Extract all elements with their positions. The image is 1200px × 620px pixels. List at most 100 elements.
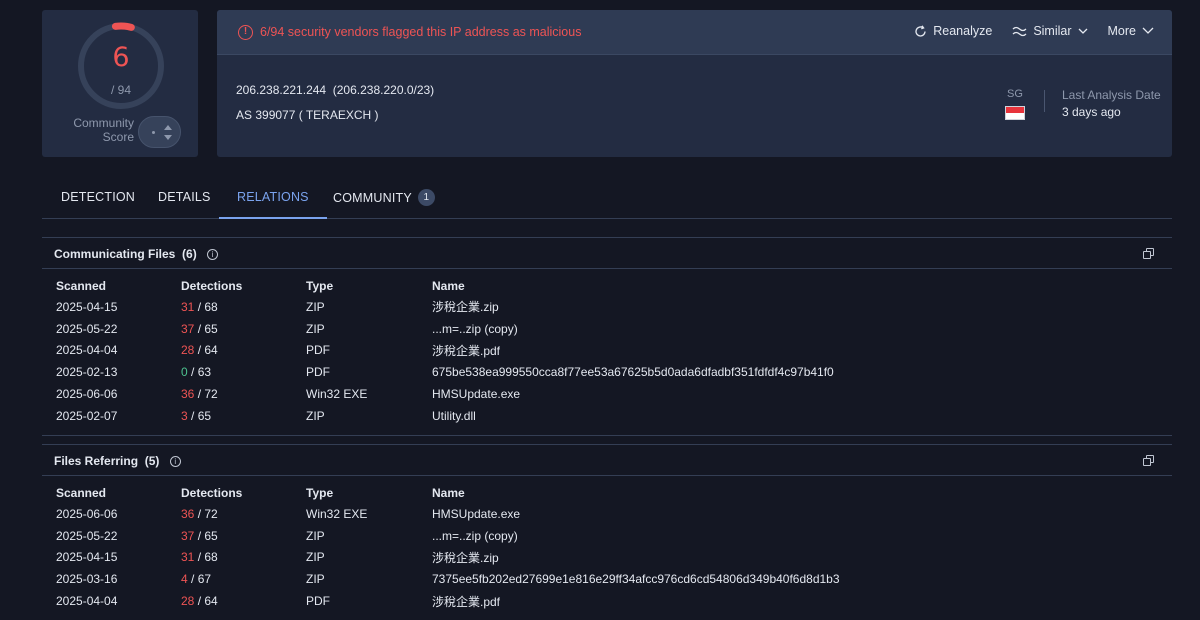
info-icon[interactable]: i	[207, 249, 219, 260]
scanned-date: 2025-04-15	[56, 550, 118, 565]
detection-total: / 72	[197, 387, 218, 402]
detections-cell: 28 / 64	[181, 590, 306, 612]
file-name-link[interactable]: 涉稅企業.pdf	[432, 590, 1032, 612]
ip-address[interactable]: 206.238.221.244	[236, 83, 326, 97]
scanned-date: 2025-04-04	[56, 343, 118, 358]
file-name-link[interactable]: 涉稅企業.zip	[432, 296, 1032, 318]
scanned-date: 2025-04-15	[56, 299, 118, 314]
table-row[interactable]: 2025-05-22 37 / 65 ZIP ...m=..zip (copy)	[56, 525, 1032, 547]
file-name-link[interactable]: HMSUpdate.exe	[432, 503, 1032, 525]
refresh-icon	[915, 24, 926, 37]
scanned-date: 2025-06-06	[56, 506, 118, 521]
scanned-date: 2025-02-13	[56, 365, 118, 380]
tab-relations[interactable]: RELATIONS	[219, 177, 327, 219]
alert-text: 6/94 security vendors flagged this IP ad…	[260, 25, 582, 39]
file-name-link[interactable]: Utility.dll	[432, 405, 1032, 427]
vote-dot-icon	[152, 131, 155, 134]
file-name-link[interactable]: 涉稅企業.zip	[432, 547, 1032, 569]
detections-cell: 3 / 65	[181, 405, 306, 427]
files-referring-rows: 2025-06-06 36 / 72 Win32 EXE HMSUpdate.exe 2…	[56, 503, 1032, 612]
scanned-date: 2025-06-06	[56, 387, 118, 402]
similar-button[interactable]: Similar	[1012, 24, 1087, 38]
detection-total: / 72	[197, 506, 218, 521]
file-name-link[interactable]: HMSUpdate.exe	[432, 383, 1032, 405]
detection-total: / 67	[191, 572, 212, 587]
file-type: ZIP	[306, 528, 325, 543]
detection-gauge: 6 / 94	[75, 20, 167, 112]
info-icon[interactable]: i	[169, 456, 181, 467]
scanned-date: 2025-03-16	[56, 572, 118, 587]
copy-icon[interactable]	[1143, 248, 1154, 259]
alert-circle-icon: !	[238, 25, 253, 40]
table-row[interactable]: 2025-04-04 28 / 64 PDF 涉稅企業.pdf	[56, 590, 1032, 612]
vote-up-icon[interactable]	[164, 125, 172, 130]
tab-community-label: COMMUNITY	[333, 190, 412, 205]
tab-community[interactable]: COMMUNITY 1	[333, 177, 435, 218]
detection-count: 3	[181, 408, 188, 423]
community-score-label: Community Score	[73, 116, 134, 144]
detection-total: / 68	[197, 550, 218, 565]
action-bar: Reanalyze Similar More	[914, 24, 1154, 38]
table-row[interactable]: 2025-04-15 31 / 68 ZIP 涉稅企業.zip	[56, 547, 1032, 569]
reanalyze-label: Reanalyze	[933, 24, 993, 38]
file-type: PDF	[306, 594, 330, 609]
file-type: ZIP	[306, 550, 325, 565]
file-name-link[interactable]: 675be538ea999550cca8f77ee53a67625b5d0ada…	[432, 361, 1032, 383]
table-row[interactable]: 2025-02-13 0 / 63 PDF 675be538ea999550cca8f…	[56, 361, 1032, 383]
reanalyze-button[interactable]: Reanalyze	[914, 24, 992, 38]
section-title: Communicating Files (6) i	[54, 247, 219, 261]
file-name-link[interactable]: ...m=..zip (copy)	[432, 318, 1032, 340]
table-row[interactable]: 2025-03-16 4 / 67 ZIP 7375ee5fb202ed27699e1…	[56, 568, 1032, 590]
table-header-row: Scanned Detections Type Name	[56, 483, 1032, 503]
more-button[interactable]: More	[1108, 24, 1154, 38]
detection-count: 31	[181, 299, 195, 314]
file-name-link[interactable]: 7375ee5fb202ed27699e1e816e29ff34afcc976c…	[432, 568, 1032, 590]
table-row[interactable]: 2025-04-15 31 / 68 ZIP 涉稅企業.zip	[56, 296, 1032, 318]
files-referring-count: (5)	[144, 454, 160, 468]
ip-range[interactable]: (206.238.220.0/23)	[333, 83, 434, 97]
table-row[interactable]: 2025-05-22 37 / 65 ZIP ...m=..zip (copy)	[56, 318, 1032, 340]
vote-down-icon[interactable]	[164, 135, 172, 140]
file-type: ZIP	[306, 299, 325, 314]
table-row[interactable]: 2025-06-06 36 / 72 Win32 EXE HMSUpdate.exe	[56, 503, 1032, 525]
ip-info-card: ! 6/94 security vendors flagged this IP …	[217, 10, 1172, 157]
column-header-name: Name	[432, 279, 465, 293]
divider	[1044, 90, 1045, 112]
copy-icon[interactable]	[1143, 455, 1154, 466]
column-header-name: Name	[432, 486, 465, 500]
file-type: PDF	[306, 343, 330, 358]
community-vote-toggle[interactable]	[138, 116, 181, 148]
section-header: Files Referring (5) i	[42, 444, 1172, 476]
column-header-type: Type	[306, 279, 334, 293]
country-code: SG	[1007, 88, 1023, 100]
detection-total: / 94	[110, 83, 131, 97]
table-row[interactable]: 2025-02-07 3 / 65 ZIP Utility.dll	[56, 405, 1032, 427]
detections-cell: 37 / 65	[181, 318, 306, 340]
detection-count: 28	[181, 343, 195, 358]
detection-total: / 63	[191, 365, 212, 380]
table-row[interactable]: 2025-06-06 36 / 72 Win32 EXE HMSUpdate.exe	[56, 383, 1032, 405]
column-header-scanned: Scanned	[56, 486, 107, 500]
detection-total: / 64	[197, 594, 218, 609]
singapore-flag-icon	[1005, 106, 1025, 120]
detection-count: 0	[181, 365, 188, 380]
tab-detection[interactable]: DETECTION	[61, 177, 135, 218]
file-type: PDF	[306, 365, 330, 380]
detections-cell: 37 / 65	[181, 525, 306, 547]
detections-cell: 36 / 72	[181, 503, 306, 525]
table-header-row: Scanned Detections Type Name	[56, 276, 1032, 296]
detection-total: / 65	[197, 528, 218, 543]
detection-total: / 68	[197, 299, 218, 314]
as-number[interactable]: AS 399077 ( TERAEXCH )	[236, 108, 379, 122]
file-name-link[interactable]: ...m=..zip (copy)	[432, 525, 1032, 547]
detection-count: 36	[181, 387, 195, 402]
detection-score-card: 6 / 94 Community Score	[42, 10, 198, 157]
file-type: ZIP	[306, 408, 325, 423]
table-row[interactable]: 2025-04-04 28 / 64 PDF 涉稅企業.pdf	[56, 340, 1032, 362]
file-name-link[interactable]: 涉稅企業.pdf	[432, 340, 1032, 362]
ip-address-line: 206.238.221.244 (206.238.220.0/23)	[236, 83, 434, 97]
similar-label: Similar	[1033, 24, 1072, 38]
community-count-badge: 1	[417, 189, 435, 206]
communicating-files-section: Communicating Files (6) i Scanned Detect…	[42, 237, 1172, 436]
tab-details[interactable]: DETAILS	[158, 177, 211, 218]
